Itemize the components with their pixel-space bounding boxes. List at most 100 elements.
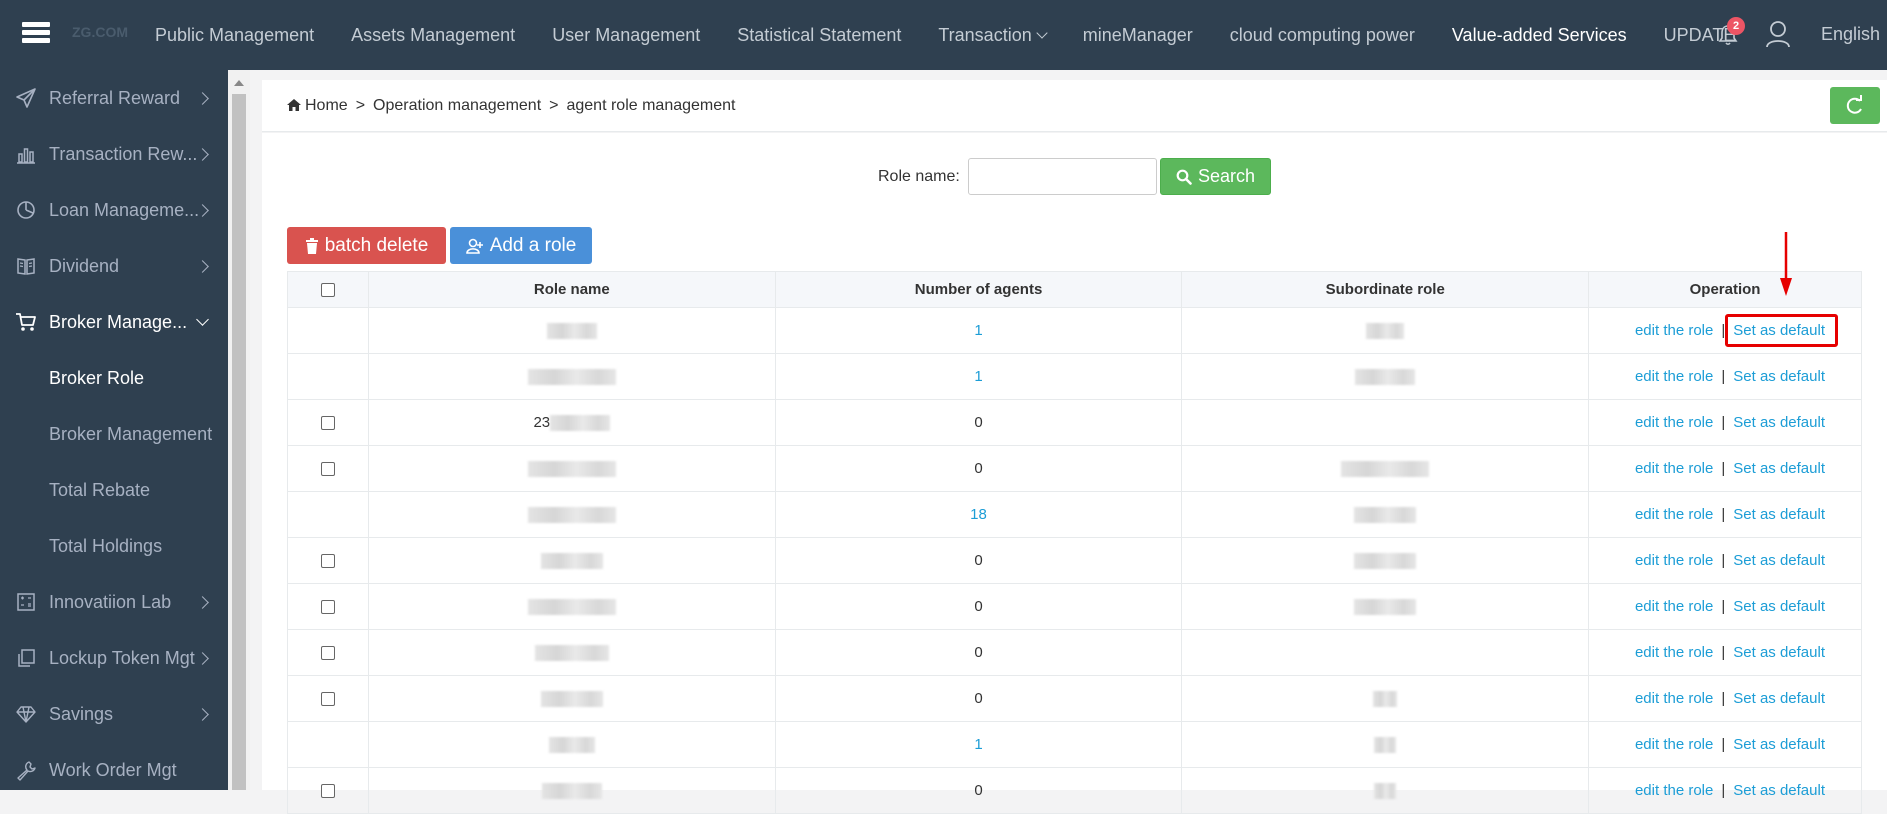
scrollbar-thumb[interactable] (232, 94, 246, 790)
chevron-right-icon (196, 595, 209, 609)
subordinate-role-cell (1181, 767, 1590, 814)
role-name-cell (367, 583, 776, 630)
agents-count-cell: 0 (774, 767, 1183, 814)
book-icon (17, 258, 35, 275)
agents-count-cell[interactable]: 1 (774, 307, 1183, 354)
set-default-link[interactable]: Set as default (1733, 736, 1825, 753)
batch-delete-button[interactable]: batch delete (287, 227, 446, 264)
edit-role-link[interactable]: edit the role (1635, 690, 1713, 707)
nav-value-added-services[interactable]: Value-added Services (1452, 25, 1627, 46)
sidebar-item-broker-management[interactable]: Broker Manage... (0, 294, 228, 350)
sidebar-item-savings[interactable]: Savings (0, 686, 228, 742)
sidebar-subitem-broker-role[interactable]: Broker Role (0, 350, 228, 406)
edit-role-link[interactable]: edit the role (1635, 736, 1713, 753)
set-default-link[interactable]: Set as default (1733, 782, 1825, 799)
edit-role-link[interactable]: edit the role (1635, 644, 1713, 661)
nav-assets-management[interactable]: Assets Management (351, 25, 515, 46)
row-checkbox[interactable] (320, 416, 335, 431)
roles-table: Role name Number of agents Subordinate r… (287, 271, 1862, 814)
row-checkbox[interactable] (320, 784, 335, 799)
redacted-role-name (527, 599, 616, 616)
sidebar-subitem-total-rebate[interactable]: Total Rebate (0, 462, 228, 518)
menu-toggle-icon[interactable] (22, 22, 50, 46)
set-default-link[interactable]: Set as default (1733, 598, 1825, 615)
operation-cell: edit the role | Set as default (1588, 491, 1862, 538)
row-select-cell (287, 537, 369, 584)
agents-count-cell[interactable]: 1 (774, 721, 1183, 768)
redacted-subordinate-role (1354, 553, 1417, 570)
edit-role-link[interactable]: edit the role (1635, 460, 1713, 477)
nav-transaction[interactable]: Transaction (938, 25, 1048, 46)
header-subordinate-role[interactable]: Subordinate role (1181, 271, 1590, 308)
edit-role-link[interactable]: edit the role (1635, 782, 1713, 799)
set-default-link[interactable]: Set as default (1733, 368, 1825, 385)
breadcrumb-bar: Home > Operation management > agent role man… (262, 80, 1887, 132)
breadcrumb-separator: > (355, 97, 366, 114)
set-default-link[interactable]: Set as default (1733, 414, 1825, 431)
sidebar-subitem-broker-management[interactable]: Broker Management (0, 406, 228, 462)
sidebar-item-dividend[interactable]: Dividend (0, 238, 228, 294)
agents-count-cell: 0 (774, 537, 1183, 584)
set-default-link[interactable]: Set as default (1733, 552, 1825, 569)
set-default-link[interactable]: Set as default (1733, 506, 1825, 523)
send-icon (16, 88, 36, 108)
user-icon[interactable] (1765, 20, 1791, 48)
edit-role-link[interactable]: edit the role (1635, 598, 1713, 615)
nav-user-management[interactable]: User Management (552, 25, 700, 46)
chevron-down-icon (1036, 26, 1048, 39)
sidebar-item-lockup-token[interactable]: Lockup Token Mgt (0, 630, 228, 686)
operation-cell: edit the role | Set as default (1588, 767, 1862, 814)
set-default-link[interactable]: Set as default (1733, 690, 1825, 707)
sidebar-subitem-total-holdings[interactable]: Total Holdings (0, 518, 228, 574)
add-role-label: Add a role (489, 234, 577, 256)
language-selector[interactable]: English (1821, 24, 1880, 45)
operation-separator: | (1721, 644, 1726, 661)
sidebar-item-label: Work Order Mgt (49, 759, 177, 780)
sidebar-item-work-order[interactable]: Work Order Mgt (0, 742, 228, 790)
edit-role-link[interactable]: edit the role (1635, 506, 1713, 523)
table-row: 18 edit the role | Set as default (287, 491, 1862, 538)
agents-count-cell[interactable]: 1 (774, 353, 1183, 400)
edit-role-link[interactable]: edit the role (1635, 414, 1713, 431)
edit-role-link[interactable]: edit the role (1635, 552, 1713, 569)
sidebar-item-loan-management[interactable]: Loan Manageme... (0, 182, 228, 238)
add-role-button[interactable]: Add a role (450, 227, 592, 264)
chevron-right-icon (196, 91, 209, 105)
breadcrumb-operation-management[interactable]: Operation management (373, 97, 541, 114)
sidebar-item-innovation-lab[interactable]: Innovatiion Lab (0, 574, 228, 630)
batch-delete-label: batch delete (324, 234, 429, 256)
row-checkbox[interactable] (320, 646, 335, 661)
set-default-link[interactable]: Set as default (1733, 644, 1825, 661)
redacted-role-name (527, 369, 616, 386)
row-checkbox[interactable] (320, 554, 335, 569)
nav-statistical-statement[interactable]: Statistical Statement (737, 25, 901, 46)
nav-public-management[interactable]: Public Management (155, 25, 314, 46)
header-role-name[interactable]: Role name (367, 271, 776, 308)
header-number-of-agents[interactable]: Number of agents (774, 271, 1183, 308)
edit-role-link[interactable]: edit the role (1635, 322, 1713, 339)
refresh-button[interactable] (1830, 87, 1880, 124)
sidebar-item-transaction-reward[interactable]: Transaction Rew... (0, 126, 228, 182)
agents-count-cell[interactable]: 18 (774, 491, 1183, 538)
sidebar-item-label: Savings (49, 703, 114, 724)
sidebar-item-referral-reward[interactable]: Referral Reward (0, 70, 228, 126)
role-name-input[interactable] (968, 158, 1157, 195)
row-checkbox[interactable] (320, 462, 335, 477)
search-button[interactable]: Search (1160, 158, 1271, 195)
set-default-link[interactable]: Set as default (1733, 460, 1825, 477)
role-name-cell: 23 (367, 399, 776, 446)
role-name-cell (367, 767, 776, 814)
scroll-up-icon[interactable] (234, 80, 244, 86)
sidebar-item-label: Referral Reward (49, 87, 181, 108)
table-row: 0 edit the role | Set as default (287, 675, 1862, 722)
breadcrumb-home[interactable]: Home (305, 97, 348, 114)
nav-mine-manager[interactable]: mineManager (1083, 25, 1193, 46)
redacted-subordinate-role (1354, 599, 1417, 616)
edit-role-link[interactable]: edit the role (1635, 368, 1713, 385)
nav-cloud-computing-power[interactable]: cloud computing power (1230, 25, 1415, 46)
row-checkbox[interactable] (320, 692, 335, 707)
operation-cell: edit the role | Set as default (1588, 445, 1862, 492)
row-checkbox[interactable] (320, 600, 335, 615)
select-all-checkbox[interactable] (320, 283, 335, 298)
sidebar-scrollbar[interactable] (228, 70, 250, 790)
